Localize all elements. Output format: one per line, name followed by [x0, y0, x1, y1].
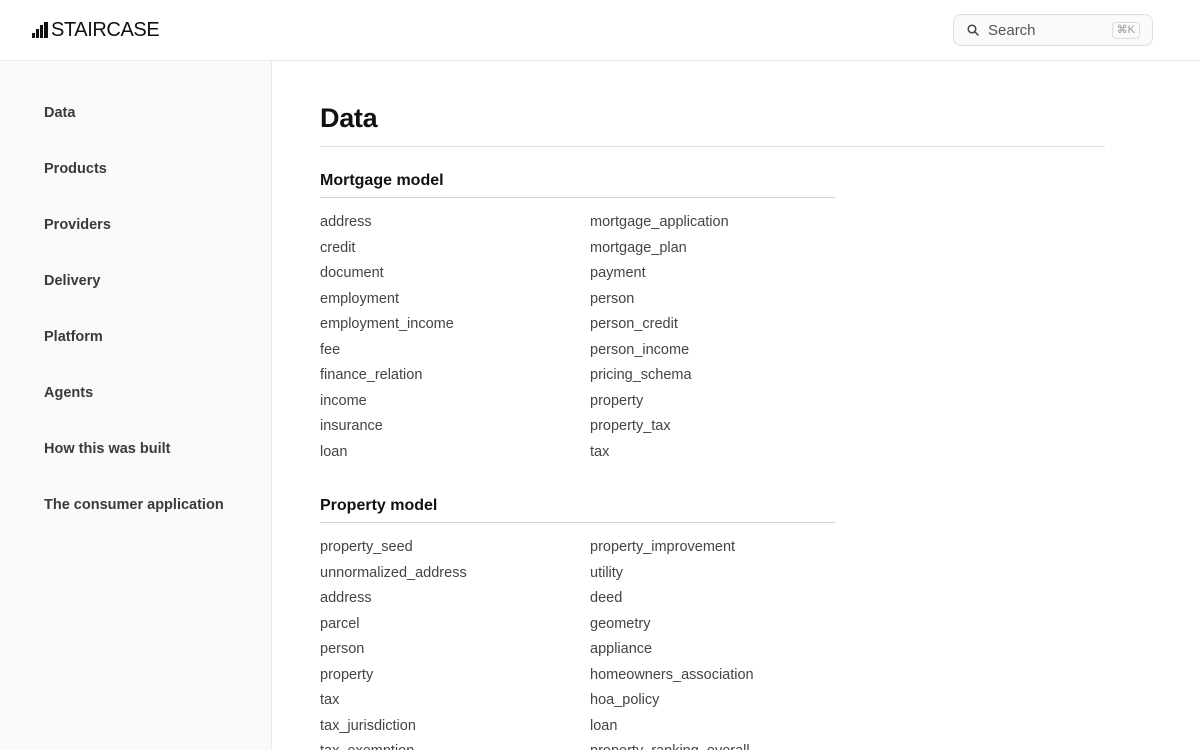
entity-link[interactable]: payment: [590, 261, 729, 287]
entity-link[interactable]: mortgage_plan: [590, 236, 729, 262]
entity-column-right: mortgage_application mortgage_plan payme…: [590, 210, 729, 465]
entity-link[interactable]: utility: [590, 561, 754, 587]
search-label: Search: [988, 21, 1036, 39]
entity-link[interactable]: income: [320, 389, 454, 415]
entity-link[interactable]: mortgage_application: [590, 210, 729, 236]
entity-link[interactable]: property_tax: [590, 414, 729, 440]
section-title: Property model: [320, 496, 835, 523]
entity-link[interactable]: finance_relation: [320, 363, 454, 389]
entity-link[interactable]: insurance: [320, 414, 454, 440]
section-title: Mortgage model: [320, 171, 835, 198]
entity-link[interactable]: parcel: [320, 612, 467, 638]
search-button[interactable]: Search ⌘K: [953, 14, 1153, 46]
sidebar-nav: Data Products Providers Delivery Platfor…: [0, 61, 272, 750]
entity-link[interactable]: hoa_policy: [590, 688, 754, 714]
entity-link[interactable]: property: [590, 389, 729, 415]
entity-link[interactable]: homeowners_association: [590, 663, 754, 689]
entity-link[interactable]: person: [320, 637, 467, 663]
sidebar-item-delivery[interactable]: Delivery: [44, 272, 100, 290]
entity-link[interactable]: tax_exemption: [320, 739, 467, 750]
entity-link[interactable]: address: [320, 210, 454, 236]
sidebar-item-platform[interactable]: Platform: [44, 328, 103, 346]
entity-link[interactable]: person_credit: [590, 312, 729, 338]
entity-link[interactable]: tax: [320, 688, 467, 714]
entity-link[interactable]: property_seed: [320, 535, 467, 561]
logo-text: STAIRCASE: [51, 19, 160, 41]
entity-link[interactable]: appliance: [590, 637, 754, 663]
entity-link[interactable]: credit: [320, 236, 454, 262]
entity-link[interactable]: unnormalized_address: [320, 561, 467, 587]
entity-column-left: property_seed unnormalized_address addre…: [320, 535, 467, 750]
search-shortcut-badge: ⌘K: [1111, 22, 1140, 39]
sidebar-item-consumer-application[interactable]: The consumer application: [44, 496, 224, 514]
sidebar-item-products[interactable]: Products: [44, 160, 107, 178]
entity-link[interactable]: employment: [320, 287, 454, 313]
entity-link[interactable]: document: [320, 261, 454, 287]
entity-link[interactable]: tax: [590, 440, 729, 466]
title-divider: [320, 146, 1105, 147]
entity-column-right: property_improvement utility deed geomet…: [590, 535, 754, 750]
entity-link[interactable]: employment_income: [320, 312, 454, 338]
entity-link[interactable]: property: [320, 663, 467, 689]
entity-link[interactable]: loan: [320, 440, 454, 466]
main-content: Data Mortgage model address credit docum…: [320, 61, 1105, 750]
entity-link[interactable]: person: [590, 287, 729, 313]
entity-link[interactable]: deed: [590, 586, 754, 612]
entity-link[interactable]: geometry: [590, 612, 754, 638]
sidebar-item-providers[interactable]: Providers: [44, 216, 111, 234]
entity-column-left: address credit document employment emplo…: [320, 210, 454, 465]
sidebar-item-agents[interactable]: Agents: [44, 384, 93, 402]
section-property-model: Property model property_seed unnormalize…: [320, 496, 835, 750]
section-mortgage-model: Mortgage model address credit document e…: [320, 171, 835, 460]
search-icon: [967, 24, 979, 36]
staircase-logo-icon: [32, 22, 48, 38]
entity-link[interactable]: person_income: [590, 338, 729, 364]
entity-link[interactable]: property_improvement: [590, 535, 754, 561]
entity-link[interactable]: address: [320, 586, 467, 612]
entity-link[interactable]: tax_jurisdiction: [320, 714, 467, 740]
staircase-logo[interactable]: STAIRCASE: [32, 19, 160, 41]
entity-link[interactable]: fee: [320, 338, 454, 364]
sidebar-item-data[interactable]: Data: [44, 104, 75, 122]
top-header: STAIRCASE Search ⌘K: [0, 0, 1200, 61]
entity-link[interactable]: pricing_schema: [590, 363, 729, 389]
entity-link[interactable]: property_ranking_overall: [590, 739, 754, 750]
sidebar-item-how-this-was-built[interactable]: How this was built: [44, 440, 170, 458]
page-title: Data: [320, 103, 378, 133]
entity-link[interactable]: loan: [590, 714, 754, 740]
